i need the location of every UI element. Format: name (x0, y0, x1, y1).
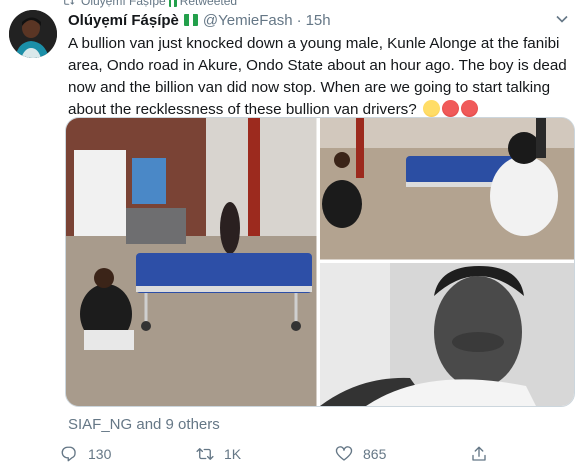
author-display-name[interactable]: Olúyẹmí Fáṣípè (68, 12, 179, 29)
like-count: 865 (363, 446, 387, 462)
avatar-photo (9, 10, 57, 58)
angry-face-icon (460, 100, 478, 117)
reply-icon (61, 446, 76, 462)
chevron-down-icon[interactable] (555, 12, 569, 26)
avatar[interactable] (9, 10, 57, 58)
reply-count: 130 (88, 446, 112, 462)
photo-stretcher-crowd[interactable] (320, 118, 574, 261)
media-grid (65, 117, 575, 407)
author-handle[interactable]: @YemieFash (203, 12, 293, 29)
like-button[interactable]: 865 (335, 443, 386, 465)
heart-icon (335, 446, 353, 461)
retweet-button[interactable]: 1K (196, 443, 241, 465)
confused-face-icon (422, 100, 440, 117)
retweeted-label: Retweeted (179, 0, 238, 8)
retweet-count: 1K (224, 446, 242, 462)
retweet-small-icon (64, 0, 75, 5)
tweet-body: A bullion van just knocked down a young … (68, 35, 571, 118)
retweeter-name: Olúyẹmí Fáṣípè (81, 0, 166, 8)
tweet-actions: 130 1K 865 (60, 443, 510, 465)
retweet-icon (196, 448, 214, 460)
angry-face-icon (441, 100, 459, 117)
tweet-timestamp[interactable]: 15h (306, 12, 331, 29)
share-icon (472, 446, 486, 461)
share-button[interactable] (470, 443, 498, 465)
separator-dot: · (296, 11, 302, 29)
tweet-header: Olúyẹmí Fáṣípè @YemieFash · 15h (68, 10, 331, 30)
nigeria-flag-icon (168, 0, 177, 7)
liked-by-text[interactable]: SIAF_NG and 9 others (68, 416, 220, 433)
retweet-context[interactable]: Olúyẹmí Fáṣípè Retweeted (62, 0, 238, 8)
photo-portrait[interactable] (320, 263, 574, 406)
nigeria-flag-icon (183, 14, 198, 26)
photo-stretcher-scene[interactable] (66, 118, 318, 406)
reply-button[interactable]: 130 (60, 443, 111, 465)
tweet-text: A bullion van just knocked down a young … (68, 33, 568, 121)
